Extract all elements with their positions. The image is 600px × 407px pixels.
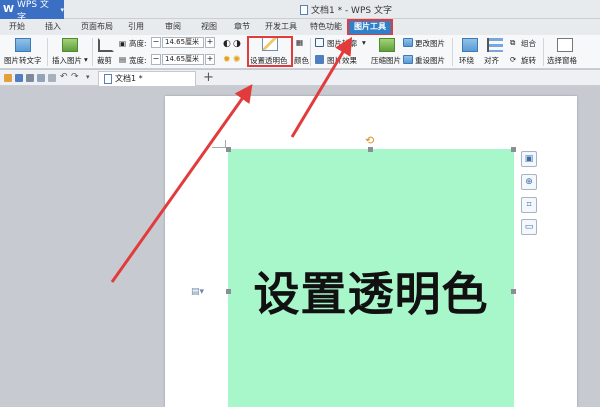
title-bar: W WPS 文字 ▾ 文档1 * - WPS 文字 bbox=[0, 0, 600, 23]
picture-effect-icon bbox=[315, 55, 324, 64]
tab-view[interactable]: 视图 bbox=[196, 19, 222, 35]
brightness-icon[interactable]: ✹ bbox=[223, 55, 231, 65]
customize-dropdown-icon[interactable]: ▾ bbox=[86, 73, 90, 81]
selection-pane-icon bbox=[557, 38, 573, 52]
align-button[interactable]: 对齐 bbox=[484, 55, 499, 66]
height-label: 高度: bbox=[129, 39, 147, 48]
resize-handle-right[interactable] bbox=[511, 289, 516, 294]
rotate-button[interactable]: 旋转 bbox=[521, 55, 536, 66]
text-wrap-icon bbox=[462, 38, 478, 52]
print-preview-icon[interactable] bbox=[37, 74, 45, 82]
group-icon[interactable]: ⧉ bbox=[510, 38, 515, 48]
document-tab-label: 文档1 * bbox=[115, 74, 143, 83]
quick-access-bar: ↶ ↷ ▾ 文档1 * + bbox=[0, 70, 600, 86]
contrast-more-icon[interactable]: ◑ bbox=[233, 39, 241, 49]
align-icon bbox=[487, 38, 503, 52]
compress-picture-icon bbox=[379, 38, 395, 52]
layout-options-icon[interactable]: ▣ bbox=[521, 151, 537, 167]
resize-handle-top[interactable] bbox=[368, 147, 373, 152]
picture-to-text-icon bbox=[15, 38, 31, 52]
picture-to-text-button[interactable]: 图片转文字 bbox=[4, 55, 42, 66]
contrast-icon[interactable]: ◐ bbox=[223, 39, 231, 49]
reset-size-icon[interactable]: ▤ bbox=[119, 55, 126, 64]
document-tab[interactable]: 文档1 * bbox=[98, 71, 196, 86]
insert-picture-icon bbox=[62, 38, 78, 52]
wps-logo-icon: W bbox=[3, 4, 15, 15]
width-input[interactable]: 14.65厘米 bbox=[162, 54, 204, 65]
tab-references[interactable]: 引用 bbox=[124, 19, 148, 35]
tab-chapter[interactable]: 章节 bbox=[229, 19, 255, 35]
save-icon[interactable] bbox=[15, 74, 23, 82]
divider bbox=[543, 38, 544, 66]
divider bbox=[47, 38, 48, 66]
picture-outline-button[interactable]: 图片轮廓 bbox=[327, 38, 357, 49]
tab-insert[interactable]: 插入 bbox=[40, 19, 66, 35]
width-label: 宽度: bbox=[129, 56, 147, 65]
insert-picture-dropdown-icon[interactable]: ▾ bbox=[84, 55, 88, 64]
selection-pane-button[interactable]: 选择窗格 bbox=[547, 55, 577, 66]
divider bbox=[92, 38, 93, 66]
chevron-down-icon: ▾ bbox=[60, 5, 64, 14]
text-wrap-button[interactable]: 环绕 bbox=[459, 55, 474, 66]
height-input[interactable]: 14.65厘米 bbox=[162, 37, 204, 48]
reset-picture-button[interactable]: 重设图片 bbox=[415, 55, 445, 66]
tab-home[interactable]: 开始 bbox=[4, 19, 30, 35]
height-decrease-button[interactable]: − bbox=[151, 37, 161, 48]
compress-picture-button[interactable]: 压缩图片 bbox=[371, 55, 401, 66]
tab-review[interactable]: 审阅 bbox=[160, 19, 186, 35]
format-painter-icon[interactable] bbox=[48, 74, 56, 82]
border-icon[interactable]: ▭ bbox=[521, 219, 537, 235]
crop-icon bbox=[98, 38, 114, 52]
rotate-handle-icon[interactable]: ⟲ bbox=[365, 134, 374, 147]
zoom-icon[interactable]: ⊕ bbox=[521, 174, 537, 190]
change-picture-icon bbox=[403, 38, 413, 47]
width-decrease-button[interactable]: − bbox=[151, 54, 161, 65]
resize-handle-top-right[interactable] bbox=[511, 147, 516, 152]
ribbon-tabs: 开始 插入 页面布局 引用 审阅 视图 章节 开发工具 特色功能 图片工具 bbox=[0, 19, 600, 35]
window-title-text: 文档1 * - WPS 文字 bbox=[311, 6, 392, 16]
reset-picture-icon bbox=[403, 55, 413, 64]
color-button[interactable]: 颜色 bbox=[294, 55, 309, 66]
ribbon-body: 图片转文字 插入图片 ▾ 裁剪 ▣ 高度: − 14.65厘米 + ▤ 宽度: … bbox=[0, 35, 600, 69]
print-icon[interactable] bbox=[26, 74, 34, 82]
document-icon bbox=[104, 74, 112, 84]
tab-special[interactable]: 特色功能 bbox=[308, 19, 344, 35]
open-icon[interactable] bbox=[4, 74, 12, 82]
width-increase-button[interactable]: + bbox=[205, 54, 215, 65]
resize-handle-left[interactable] bbox=[226, 289, 231, 294]
tab-page-layout[interactable]: 页面布局 bbox=[78, 19, 116, 35]
brightness-more-icon[interactable]: ✺ bbox=[233, 55, 241, 65]
new-tab-button[interactable]: + bbox=[203, 70, 214, 86]
rotate-icon[interactable]: ⟳ bbox=[510, 55, 516, 64]
outline-dropdown-icon[interactable]: ▾ bbox=[362, 38, 366, 47]
image-caption-text: 设置透明色 bbox=[253, 267, 489, 321]
margin-corner-mark bbox=[212, 140, 226, 148]
lock-ratio-icon[interactable]: ▣ bbox=[119, 39, 126, 48]
resize-handle-top-left[interactable] bbox=[226, 147, 231, 152]
document-icon bbox=[300, 4, 308, 15]
picture-outline-icon bbox=[315, 38, 324, 47]
height-increase-button[interactable]: + bbox=[205, 37, 215, 48]
undo-icon[interactable]: ↶ bbox=[60, 72, 68, 82]
divider bbox=[310, 38, 311, 66]
app-menu-button[interactable]: W WPS 文字 ▾ bbox=[0, 0, 64, 23]
insert-picture-button[interactable]: 插入图片 bbox=[52, 55, 82, 66]
crop-float-icon[interactable]: ⌗ bbox=[521, 197, 537, 213]
picture-effect-button[interactable]: 图片效果 bbox=[327, 55, 357, 66]
color-icon[interactable]: ▦ bbox=[296, 38, 303, 47]
paragraph-anchor-icon[interactable]: ▤▾ bbox=[191, 287, 204, 297]
divider bbox=[452, 38, 453, 66]
highlight-set-transparent-button bbox=[247, 36, 293, 67]
change-picture-button[interactable]: 更改图片 bbox=[415, 38, 445, 49]
group-button[interactable]: 组合 bbox=[521, 38, 536, 49]
window-title: 文档1 * - WPS 文字 bbox=[300, 3, 392, 16]
redo-icon[interactable]: ↷ bbox=[71, 72, 79, 82]
tab-developer[interactable]: 开发工具 bbox=[263, 19, 299, 35]
highlight-picture-tools-tab bbox=[347, 19, 393, 36]
crop-button[interactable]: 裁剪 bbox=[97, 55, 112, 66]
